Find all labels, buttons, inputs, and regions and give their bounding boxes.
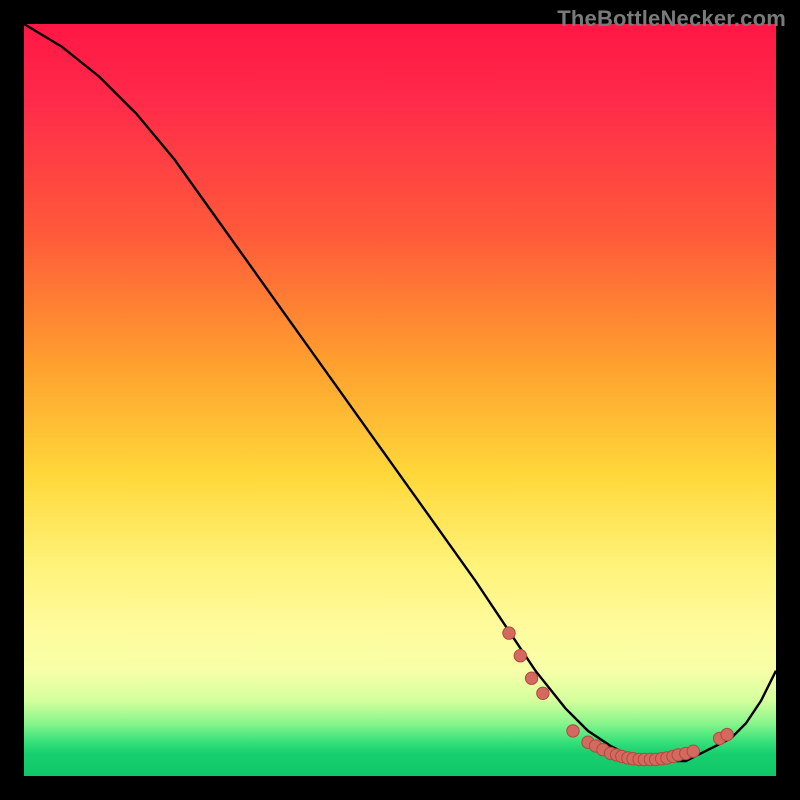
data-point bbox=[514, 650, 526, 662]
data-points-layer bbox=[24, 24, 776, 776]
data-points bbox=[503, 627, 734, 766]
chart-frame: TheBottleNecker.com bbox=[0, 0, 800, 800]
data-point bbox=[567, 725, 579, 737]
data-point bbox=[525, 672, 537, 684]
watermark-text: TheBottleNecker.com bbox=[557, 6, 786, 32]
data-point bbox=[721, 728, 733, 740]
data-point bbox=[687, 745, 699, 757]
plot-area bbox=[24, 24, 776, 776]
data-point bbox=[537, 687, 549, 699]
data-point bbox=[503, 627, 515, 639]
